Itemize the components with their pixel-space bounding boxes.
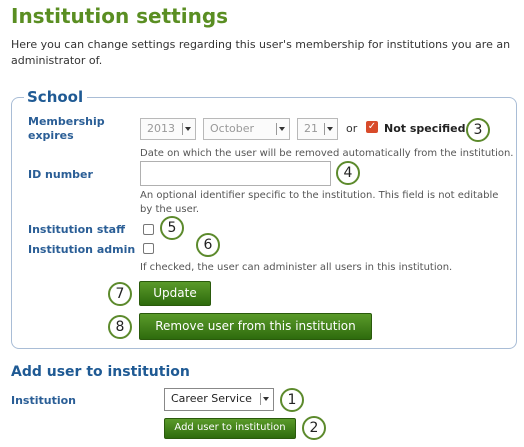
callout-marker: 1 <box>280 388 304 412</box>
callout-marker: 4 <box>336 161 360 185</box>
institution-admin-description: If checked, the user can administer all … <box>140 262 453 273</box>
year-select[interactable]: 2013 <box>140 118 196 140</box>
callout-marker: 6 <box>196 233 220 257</box>
institution-label: Institution <box>11 394 77 407</box>
institution-select[interactable]: Career Service <box>164 388 274 411</box>
month-select[interactable]: October <box>203 118 290 140</box>
membership-expires-label: Membership expires <box>28 115 105 142</box>
remove-user-button[interactable]: Remove user from this institution <box>139 313 372 340</box>
add-user-section-title: Add user to institution <box>11 364 190 380</box>
institution-staff-label: Institution staff <box>28 223 125 236</box>
institution-admin-label: Institution admin <box>28 243 136 256</box>
callout-marker: 2 <box>302 416 326 440</box>
day-value: 21 <box>304 122 318 135</box>
institution-select-value: Career Service <box>171 392 252 405</box>
callout-marker: 7 <box>108 282 132 306</box>
dropdown-arrow-icon <box>260 393 270 405</box>
intro-text: Here you can change settings regarding t… <box>11 38 511 67</box>
dropdown-arrow-icon <box>182 123 192 135</box>
month-value: October <box>210 122 255 135</box>
callout-marker: 8 <box>108 315 132 339</box>
not-specified-checkbox[interactable]: ✓ <box>366 121 378 133</box>
or-text: or <box>346 122 358 135</box>
institution-staff-checkbox[interactable] <box>143 224 154 235</box>
callout-marker: 3 <box>466 118 490 142</box>
update-button[interactable]: Update <box>139 281 211 306</box>
callout-marker: 5 <box>160 216 184 240</box>
page-title: Institution settings <box>11 4 229 28</box>
institution-admin-checkbox[interactable] <box>143 243 154 254</box>
id-number-label: ID number <box>28 168 93 181</box>
dropdown-arrow-icon <box>324 123 334 135</box>
year-value: 2013 <box>147 122 175 135</box>
id-number-input[interactable] <box>140 161 331 186</box>
id-number-description: An optional identifier specific to the i… <box>140 190 499 215</box>
not-specified-label: Not specified <box>384 122 466 135</box>
membership-description: Date on which the user will be removed a… <box>140 148 514 159</box>
day-select[interactable]: 21 <box>297 118 338 140</box>
add-user-to-institution-button[interactable]: Add user to institution <box>164 418 296 439</box>
dropdown-arrow-icon <box>276 123 286 135</box>
school-legend: School <box>24 88 88 106</box>
